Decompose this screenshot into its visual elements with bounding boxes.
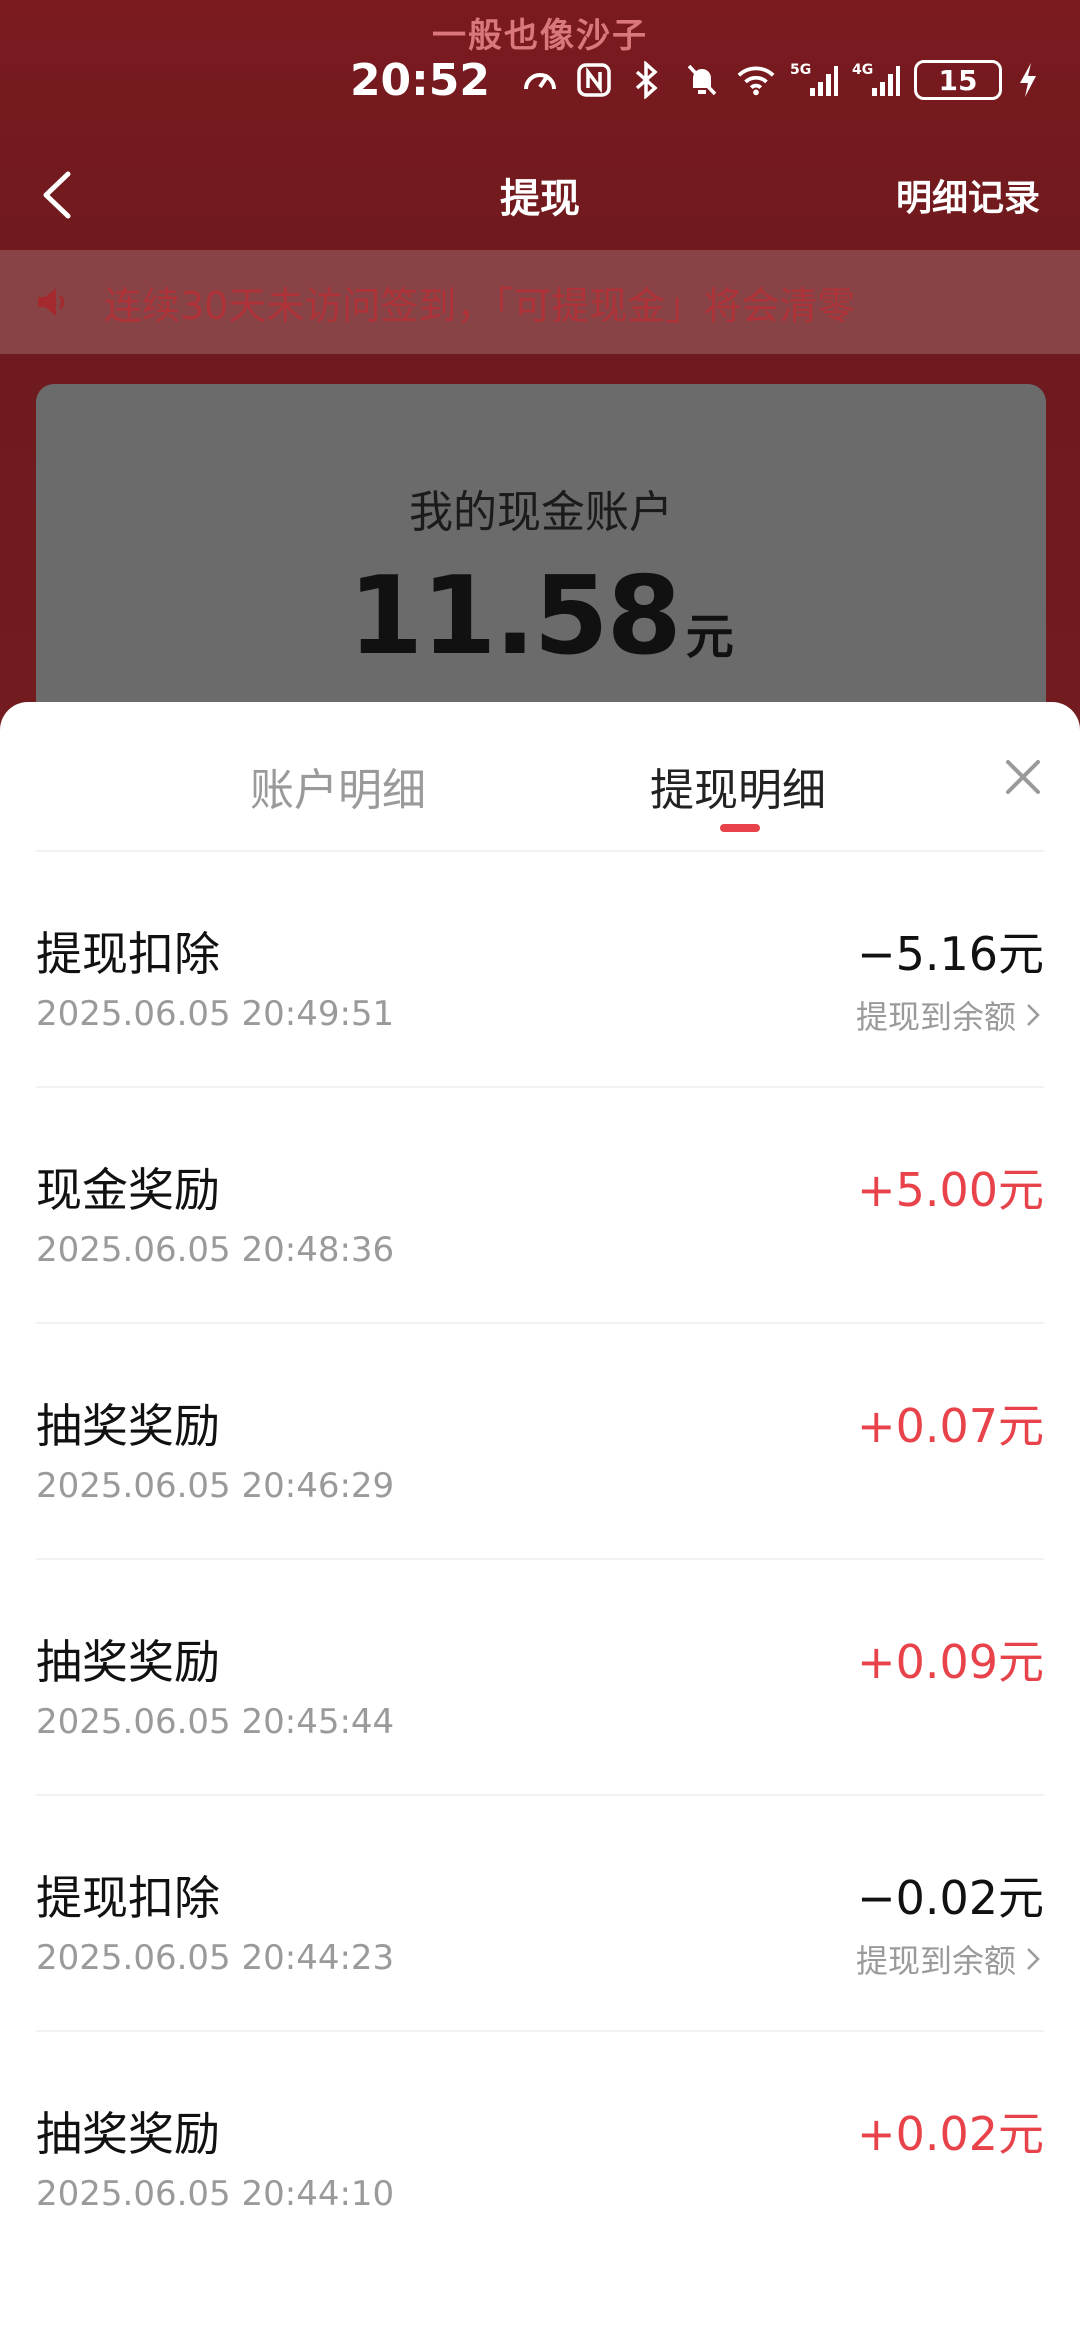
- record-amount: −0.02元: [857, 1871, 1044, 1925]
- page-title: 提现: [500, 176, 580, 222]
- notice-banner: 连续30天未访问签到，「可提现金」将会清零: [0, 250, 1080, 354]
- record-row: 提现扣除 2025.06.05 20:44:23 −0.02元 提现到余额: [36, 1796, 1044, 2032]
- record-amount: −5.16元: [857, 927, 1044, 981]
- nav-bar: 提现 明细记录: [0, 150, 1080, 240]
- speed-icon: [520, 60, 560, 100]
- tab-withdraw-detail[interactable]: 提现明细: [650, 754, 826, 818]
- record-time: 2025.06.05 20:48:36: [36, 1230, 395, 1270]
- record-time: 2025.06.05 20:44:10: [36, 2174, 395, 2214]
- record-sub-label: 提现到余额: [855, 1942, 1016, 1980]
- svg-text:4G: 4G: [852, 62, 873, 78]
- record-time: 2025.06.05 20:44:23: [36, 1938, 395, 1978]
- battery-indicator: 15: [914, 60, 1002, 100]
- status-bar: 20:52 5G 4G 15: [350, 50, 1040, 110]
- tab-account-detail[interactable]: 账户明细: [250, 754, 426, 818]
- speaker-icon: [34, 284, 70, 320]
- record-title: 现金奖励: [36, 1163, 220, 1217]
- record-title: 抽奖奖励: [36, 1635, 220, 1689]
- record-time: 2025.06.05 20:46:29: [36, 1466, 395, 1506]
- page-background: 一般也像沙子 20:52 5G 4G 15 提现 明细记录 连续30天未访问签到…: [0, 0, 1080, 760]
- chevron-right-icon: [1027, 1004, 1040, 1026]
- record-row: 抽奖奖励 2025.06.05 20:46:29 +0.07元: [36, 1324, 1044, 1560]
- account-unit: 元: [685, 609, 734, 665]
- account-amount: 11.58 元: [36, 554, 1046, 679]
- record-title: 提现扣除: [36, 927, 220, 981]
- record-title: 抽奖奖励: [36, 2107, 220, 2161]
- signal-4g-icon: 4G: [852, 60, 900, 100]
- withdraw-screen: 一般也像沙子 20:52 5G 4G 15 提现 明细记录 连续30天未访问签到…: [0, 0, 1080, 2340]
- record-sub-label: 提现到余额: [855, 998, 1016, 1036]
- mute-bell-icon: [682, 60, 722, 100]
- account-title: 我的现金账户: [409, 487, 673, 538]
- nfc-icon: [574, 60, 614, 100]
- record-row: 提现扣除 2025.06.05 20:49:51 −5.16元 提现到余额: [36, 852, 1044, 1088]
- record-row: 抽奖奖励 2025.06.05 20:44:10 +0.02元: [36, 2032, 1044, 2266]
- record-amount: +0.02元: [857, 2107, 1044, 2161]
- status-time: 20:52: [349, 54, 490, 106]
- record-amount: +0.09元: [857, 1635, 1044, 1689]
- charging-icon: [1016, 60, 1040, 100]
- records-sheet: 账户明细 提现明细 提现扣除 2025.06.05 20:49:51 −5.16…: [0, 702, 1080, 2340]
- records-list: 提现扣除 2025.06.05 20:49:51 −5.16元 提现到余额 现金…: [0, 852, 1080, 2266]
- cash-account-card: 我的现金账户 11.58 元: [36, 384, 1046, 724]
- notice-text: 连续30天未访问签到，「可提现金」将会清零: [104, 283, 856, 328]
- withdraw-to-balance-link[interactable]: 提现到余额: [856, 992, 1044, 1038]
- record-row: 抽奖奖励 2025.06.05 20:45:44 +0.09元: [36, 1560, 1044, 1796]
- record-amount: +0.07元: [857, 1399, 1044, 1453]
- close-icon[interactable]: [1000, 754, 1046, 800]
- active-tab-indicator: [720, 824, 760, 832]
- record-title: 提现扣除: [36, 1871, 220, 1925]
- signal-5g-icon: 5G: [790, 60, 838, 100]
- back-arrow-icon[interactable]: [34, 168, 84, 222]
- withdraw-to-balance-link[interactable]: 提现到余额: [856, 1936, 1044, 1982]
- wifi-icon: [736, 60, 776, 100]
- record-time: 2025.06.05 20:45:44: [36, 1702, 395, 1742]
- svg-text:5G: 5G: [790, 62, 811, 78]
- account-balance: 11.58: [348, 554, 682, 679]
- record-time: 2025.06.05 20:49:51: [36, 994, 395, 1034]
- chevron-right-icon: [1027, 1948, 1040, 1970]
- record-amount: +5.00元: [857, 1163, 1044, 1217]
- sheet-tabs: 账户明细 提现明细: [0, 702, 1080, 850]
- detail-records-link[interactable]: 明细记录: [896, 169, 1040, 221]
- record-row: 现金奖励 2025.06.05 20:48:36 +5.00元: [36, 1088, 1044, 1324]
- record-title: 抽奖奖励: [36, 1399, 220, 1453]
- bluetooth-icon: [628, 60, 668, 100]
